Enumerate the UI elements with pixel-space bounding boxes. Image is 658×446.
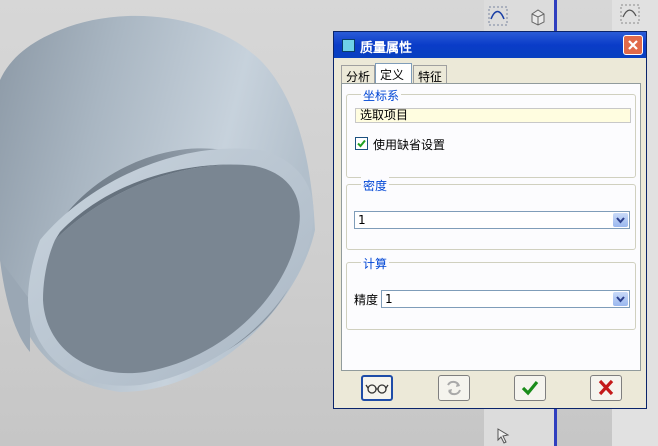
use-default-checkbox[interactable] [355, 137, 368, 150]
mass-properties-dialog: 质量属性 分析 定义 特征 坐标系 选取项目 使用缺省设置 密度 1 计算 精度… [333, 31, 647, 409]
calculation-group: 计算 精度 1 [346, 255, 636, 330]
precision-label: 精度 [354, 293, 379, 307]
coordinate-system-group: 坐标系 选取项目 使用缺省设置 [346, 87, 636, 178]
precision-dropdown[interactable]: 1 [381, 290, 630, 308]
repeat-button[interactable] [438, 375, 470, 401]
curve-analysis-icon[interactable] [488, 6, 508, 26]
density-dropdown[interactable]: 1 [354, 211, 630, 229]
definition-panel: 坐标系 选取项目 使用缺省设置 密度 1 计算 精度 1 [341, 83, 641, 371]
pointer-arrow-icon[interactable] [494, 425, 514, 445]
tab-feature-label: 特征 [418, 70, 443, 84]
tab-feature[interactable]: 特征 [413, 65, 447, 84]
density-label: 密度 [361, 177, 390, 194]
use-default-label: 使用缺省设置 [373, 138, 446, 152]
chevron-down-icon [616, 217, 625, 224]
tab-definition[interactable]: 定义 [375, 63, 412, 84]
preview-button[interactable] [361, 375, 393, 401]
precision-value: 1 [385, 292, 393, 306]
dialog-titlebar[interactable]: 质量属性 [334, 32, 646, 58]
density-value: 1 [358, 213, 366, 227]
cylinder-model[interactable] [0, 0, 340, 446]
checkmark-icon [357, 139, 366, 148]
tab-definition-label: 定义 [380, 68, 405, 82]
checkmark-icon [521, 380, 539, 396]
tab-analysis-label: 分析 [346, 70, 371, 84]
cancel-button[interactable] [590, 375, 622, 401]
x-icon [598, 379, 614, 396]
close-button[interactable] [623, 35, 643, 55]
density-group: 密度 1 [346, 177, 636, 250]
coordinate-system-selector[interactable]: 选取项目 [355, 108, 631, 123]
precision-dropdown-button[interactable] [613, 292, 628, 306]
chevron-down-icon [616, 296, 625, 303]
graphics-viewport[interactable]: 质量属性 分析 定义 特征 坐标系 选取项目 使用缺省设置 密度 1 计算 精度… [0, 0, 658, 446]
glasses-icon [365, 384, 389, 394]
coordinate-system-label: 坐标系 [361, 87, 402, 104]
refresh-icon [447, 380, 461, 396]
dialog-title: 质量属性 [360, 41, 413, 56]
tab-analysis[interactable]: 分析 [341, 65, 375, 84]
calculation-label: 计算 [361, 255, 390, 272]
density-dropdown-button[interactable] [613, 213, 628, 227]
ok-button[interactable] [514, 375, 546, 401]
curve-tool-icon[interactable] [620, 4, 640, 24]
view-cube-icon[interactable] [528, 6, 548, 26]
window-icon [342, 39, 355, 52]
close-icon [628, 40, 638, 50]
